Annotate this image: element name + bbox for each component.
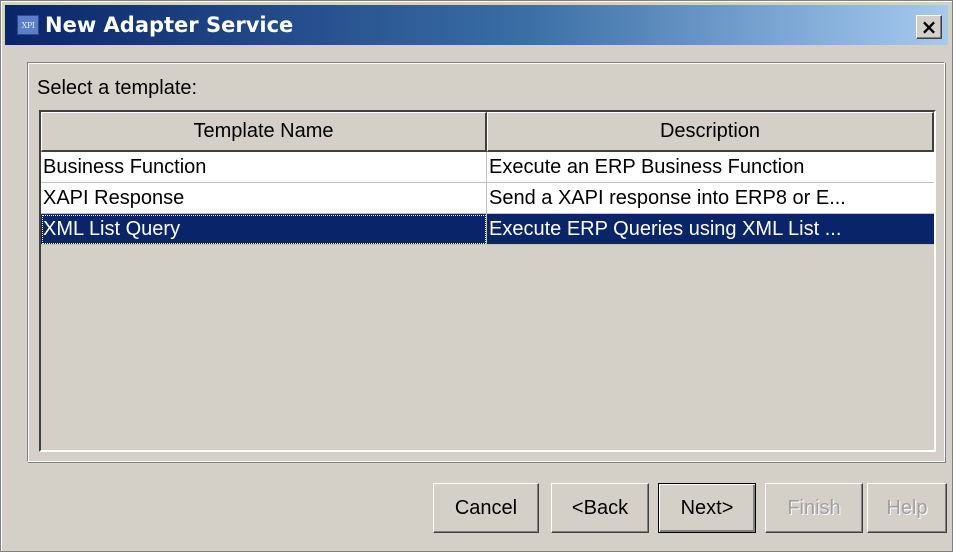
close-icon: × bbox=[920, 15, 938, 39]
window-title: New Adapter Service bbox=[45, 13, 294, 37]
template-name-cell: XML List Query bbox=[41, 214, 487, 245]
title-bar[interactable]: XPI New Adapter Service × bbox=[5, 5, 948, 45]
column-header-description[interactable]: Description bbox=[487, 112, 934, 152]
table-row[interactable]: Business Function Execute an ERP Busines… bbox=[41, 152, 934, 183]
template-table[interactable]: Template Name Description Business Funct… bbox=[39, 110, 936, 452]
select-template-label: Select a template: bbox=[37, 77, 198, 99]
table-row[interactable]: XAPI Response Send a XAPI response into … bbox=[41, 183, 934, 214]
description-cell: Send a XAPI response into ERP8 or E... bbox=[487, 183, 934, 214]
description-cell: Execute an ERP Business Function bbox=[487, 152, 934, 183]
next-button[interactable]: Next> bbox=[658, 483, 756, 533]
back-button[interactable]: <Back bbox=[551, 483, 649, 533]
close-button[interactable]: × bbox=[916, 15, 942, 39]
new-adapter-service-dialog: XPI New Adapter Service × Select a templ… bbox=[0, 0, 953, 552]
description-cell: Execute ERP Queries using XML List ... bbox=[487, 214, 934, 245]
column-header-template-name[interactable]: Template Name bbox=[41, 112, 487, 152]
app-icon: XPI bbox=[17, 15, 39, 35]
help-button[interactable]: Help bbox=[867, 483, 947, 533]
template-name-cell: Business Function bbox=[41, 152, 487, 183]
finish-button[interactable]: Finish bbox=[765, 483, 863, 533]
cancel-button[interactable]: Cancel bbox=[433, 483, 539, 533]
template-name-cell: XAPI Response bbox=[41, 183, 487, 214]
table-row-selected[interactable]: XML List Query Execute ERP Queries using… bbox=[41, 214, 934, 245]
table-header: Template Name Description bbox=[41, 112, 934, 152]
